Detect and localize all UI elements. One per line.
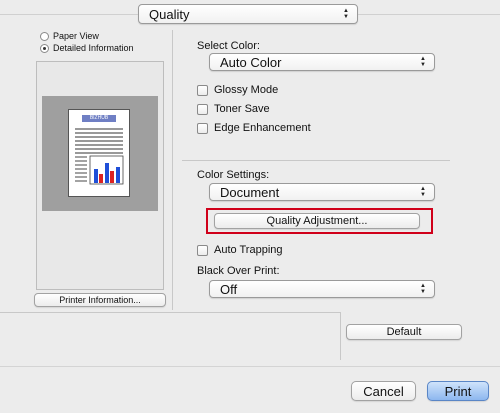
footer-divider [0, 366, 500, 367]
cancel-label: Cancel [363, 383, 404, 399]
radio-detailed-information-label: Detailed Information [53, 43, 134, 53]
radio-paper-view-button[interactable] [40, 31, 49, 41]
black-over-print-value: Off [220, 281, 238, 297]
default-label: Default [386, 326, 422, 338]
select-color-popup[interactable]: Auto Color ▲ ▼ [209, 53, 435, 71]
color-settings-value: Document [220, 184, 280, 200]
glossy-mode-box[interactable] [197, 84, 208, 96]
preset-popup-value: Quality [149, 6, 190, 22]
black-over-print-label: Black Over Print: [197, 265, 280, 277]
top-divider-right [358, 14, 500, 15]
edge-enhancement-label: Edge Enhancement [214, 122, 311, 134]
up-down-arrows-icon: ▲ ▼ [420, 56, 426, 68]
up-down-arrows-icon: ▲ ▼ [420, 283, 426, 295]
auto-trapping-label: Auto Trapping [214, 244, 283, 256]
radio-detailed-information-button[interactable] [40, 43, 49, 53]
radio-paper-view-label: Paper View [53, 31, 99, 41]
default-divider [340, 312, 341, 360]
printer-information-label: Printer Information... [59, 295, 141, 305]
quality-adjustment-label: Quality Adjustment... [266, 215, 368, 227]
up-down-arrows-icon: ▲ ▼ [420, 186, 426, 198]
preview-gray-area: BIZHUB [42, 96, 158, 211]
auto-trapping-box[interactable] [197, 244, 208, 256]
preview-frame: BIZHUB [36, 61, 164, 290]
edge-enhancement-checkbox[interactable]: Edge Enhancement [197, 122, 311, 134]
auto-trapping-checkbox[interactable]: Auto Trapping [197, 244, 283, 256]
print-label: Print [444, 383, 472, 399]
printer-information-button[interactable]: Printer Information... [34, 293, 166, 307]
preview-text-lines [75, 128, 124, 185]
radio-paper-view[interactable]: Paper View [40, 31, 99, 41]
default-button[interactable]: Default [346, 324, 462, 340]
preview-page: BIZHUB [68, 109, 130, 197]
toner-save-checkbox[interactable]: Toner Save [197, 103, 270, 115]
black-over-print-popup[interactable]: Off ▲ ▼ [209, 280, 435, 298]
cancel-button[interactable]: Cancel [351, 381, 416, 401]
select-color-value: Auto Color [220, 54, 282, 70]
radio-detailed-information[interactable]: Detailed Information [40, 43, 134, 53]
toner-save-label: Toner Save [214, 103, 270, 115]
preset-popup[interactable]: Quality ▲ ▼ [138, 4, 358, 24]
color-settings-label: Color Settings: [197, 169, 270, 181]
glossy-mode-checkbox[interactable]: Glossy Mode [197, 84, 278, 96]
section-divider [182, 160, 450, 161]
panel-divider [172, 30, 173, 310]
quality-adjustment-button[interactable]: Quality Adjustment... [214, 213, 420, 229]
top-divider [0, 14, 138, 15]
glossy-mode-label: Glossy Mode [214, 84, 279, 96]
preview-doc-title: BIZHUB [82, 115, 116, 122]
toner-save-box[interactable] [197, 103, 208, 115]
panel-bottom-divider [0, 312, 340, 313]
select-color-label: Select Color: [197, 40, 260, 52]
edge-enhancement-box[interactable] [197, 122, 208, 134]
up-down-arrows-icon: ▲ ▼ [343, 8, 349, 20]
print-button[interactable]: Print [427, 381, 489, 401]
color-settings-popup[interactable]: Document ▲ ▼ [209, 183, 435, 201]
